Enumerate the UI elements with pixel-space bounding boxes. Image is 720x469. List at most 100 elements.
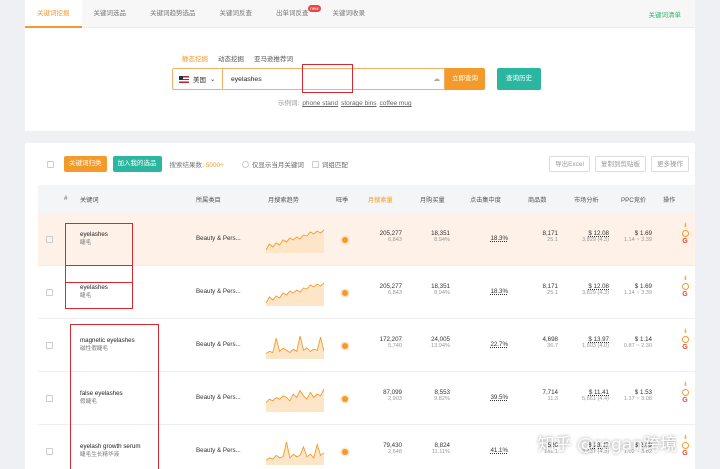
col-purchases[interactable]: 月购买量 [420, 195, 445, 204]
google-icon[interactable]: G [680, 344, 690, 351]
results-toolbar: 关键词归类 加入我的选品 搜索结果数: 5000+ 仅显示当月关键词 词组匹配 … [25, 143, 695, 185]
bar-chart-icon[interactable]: ılı [680, 329, 690, 335]
monthly-search-cell: 79,430 2,648 [383, 442, 402, 455]
search-input[interactable]: eyelashes ☁ [222, 64, 445, 93]
add-selection-button[interactable]: 加入我的选品 [112, 156, 162, 172]
example-link[interactable]: coffee mug [380, 100, 412, 107]
trend-sparkline[interactable] [266, 227, 324, 253]
row-checkbox[interactable] [46, 395, 53, 402]
option-label: 词组匹配 [321, 162, 348, 169]
keyword-list-link[interactable]: 关键词清单 [649, 9, 682, 19]
select-all-checkbox[interactable] [47, 160, 54, 168]
trend-sparkline[interactable] [266, 280, 324, 306]
supply-ratio: 11.3 [547, 396, 558, 402]
row-actions: ılı G [680, 223, 690, 245]
reviews-rating: 5,661 (4.4) [581, 396, 609, 402]
col-monthly-search[interactable]: 月搜索量 [368, 195, 393, 204]
purchases-cell: 8,824 11.11% [432, 442, 450, 455]
example-link[interactable]: phone stand [302, 100, 338, 107]
google-icon[interactable]: G [680, 450, 690, 457]
radio[interactable] [241, 160, 249, 168]
chevron-down-icon: ⌄ [210, 76, 216, 83]
search-button[interactable]: 立即查询 [445, 68, 485, 90]
google-icon[interactable]: G [680, 397, 690, 404]
market-cell[interactable]: $ 13.97 1,603 (4.0) [582, 336, 609, 349]
tab-keyword-selection[interactable]: 关键词选品 [82, 0, 139, 28]
col-market[interactable]: 市场分析 [574, 195, 599, 204]
phrase-match-option[interactable]: 词组匹配 [311, 159, 348, 169]
subtab-static[interactable]: 静态挖掘 [182, 53, 208, 63]
row-checkbox[interactable] [46, 236, 53, 243]
bar-chart-icon[interactable]: ılı [680, 223, 690, 229]
sparkline-area [266, 336, 324, 359]
products-cell: 7,714 11.3 [543, 389, 558, 402]
col-click-share[interactable]: 点击集中度 [470, 195, 501, 204]
keyword-classify-button[interactable]: 关键词归类 [64, 156, 107, 172]
monthly-search-value: 172,207 [379, 336, 402, 343]
click-share-cell: 22.7% [490, 341, 508, 348]
col-trend[interactable]: 月搜索趋势 [268, 195, 299, 204]
more-icon[interactable] [681, 336, 689, 343]
category-cell: Beauty & Pers... [196, 341, 241, 348]
google-icon[interactable]: G [680, 238, 690, 245]
copy-clipboard-button[interactable]: 复制到剪贴板 [595, 156, 646, 172]
history-button[interactable]: 查询历史 [497, 68, 541, 90]
ppc-cell: $ 1.14 0.87 ~ 2.30 [624, 336, 652, 349]
bar-chart-icon[interactable]: ılı [680, 382, 690, 388]
upload-icon[interactable]: ☁ [433, 75, 440, 83]
more-icon[interactable] [681, 230, 689, 237]
more-icon[interactable] [681, 389, 689, 396]
col-products[interactable]: 商品数 [528, 195, 547, 204]
more-actions-button[interactable]: 更多操作 [651, 156, 689, 172]
click-share-cell: 41.1% [490, 447, 508, 454]
ppc-value: $ 1.69 [634, 283, 652, 290]
purchases-value: 18,351 [431, 283, 450, 290]
tab-keyword-index[interactable]: 关键词收录 [321, 0, 378, 28]
row-checkbox[interactable] [46, 342, 53, 349]
col-keyword[interactable]: 关键词 [80, 195, 99, 204]
export-excel-button[interactable]: 导出Excel [549, 156, 590, 172]
trend-sparkline[interactable] [266, 439, 324, 465]
avg-price: $ 12.08 [588, 230, 609, 237]
purchases-value: 8,553 [434, 389, 450, 396]
daily-search-value: 6,843 [388, 290, 402, 296]
tab-keyword-trend[interactable]: 关键词趋势选品 [138, 0, 208, 28]
col-category[interactable]: 所属类目 [196, 195, 221, 204]
tab-keyword-reverse[interactable]: 关键词反查 [208, 0, 265, 28]
example-link[interactable]: storage bins [341, 100, 376, 107]
subtab-dynamic[interactable]: 动态挖掘 [218, 53, 244, 63]
market-cell[interactable]: $ 11.41 5,661 (4.4) [582, 389, 609, 402]
reviews-rating: 3,829 (4.3) [581, 237, 609, 243]
tab-label: 关键词趋势选品 [150, 9, 196, 17]
bar-chart-icon[interactable]: ılı [680, 435, 690, 441]
more-icon[interactable] [681, 283, 689, 290]
trend-sparkline[interactable] [266, 386, 324, 412]
season-dot-icon [342, 237, 348, 243]
google-icon[interactable]: G [680, 291, 690, 298]
current-month-option[interactable]: 仅显示当月关键词 [241, 159, 304, 169]
purchases-cell: 18,351 8.94% [431, 230, 450, 243]
trend-sparkline[interactable] [266, 333, 324, 359]
new-badge: new [308, 4, 321, 12]
watermark: 知乎 @regan跨境 [537, 435, 677, 455]
subtab-amazon[interactable]: 亚马逊推荐词 [254, 53, 293, 63]
market-cell[interactable]: $ 12.08 3,829 (4.3) [582, 283, 609, 296]
col-season[interactable]: 旺季 [336, 195, 348, 204]
table-row[interactable]: eyelashes 睫毛 Beauty & Pers... 205,277 6,843 1… [38, 266, 695, 319]
checkbox[interactable] [311, 160, 319, 168]
market-cell[interactable]: $ 12.08 3,829 (4.3) [582, 230, 609, 243]
row-checkbox[interactable] [46, 448, 53, 455]
tab-order-word-reverse[interactable]: 出单词反查 new [264, 0, 321, 28]
row-checkbox[interactable] [46, 289, 53, 296]
search-row: 美国 ⌄ eyelashes ☁ 立即查询 查询历史 [172, 64, 541, 93]
products-value: 4,698 [542, 336, 558, 343]
col-ppc[interactable]: PPC竞价 [621, 195, 646, 204]
result-count: 搜索结果数: 5000+ [170, 159, 224, 169]
tab-keyword-mining[interactable]: 关键词挖掘 [25, 0, 82, 28]
ppc-cell: $ 1.69 1.14 ~ 3.39 [624, 230, 652, 243]
country-select[interactable]: 美国 ⌄ [172, 68, 222, 90]
daily-search-value: 2,648 [388, 449, 402, 455]
bar-chart-icon[interactable]: ılı [680, 276, 690, 282]
table-row[interactable]: eyelashes 睫毛 Beauty & Pers... 205,277 6,843 1… [38, 213, 695, 266]
more-icon[interactable] [681, 442, 689, 449]
